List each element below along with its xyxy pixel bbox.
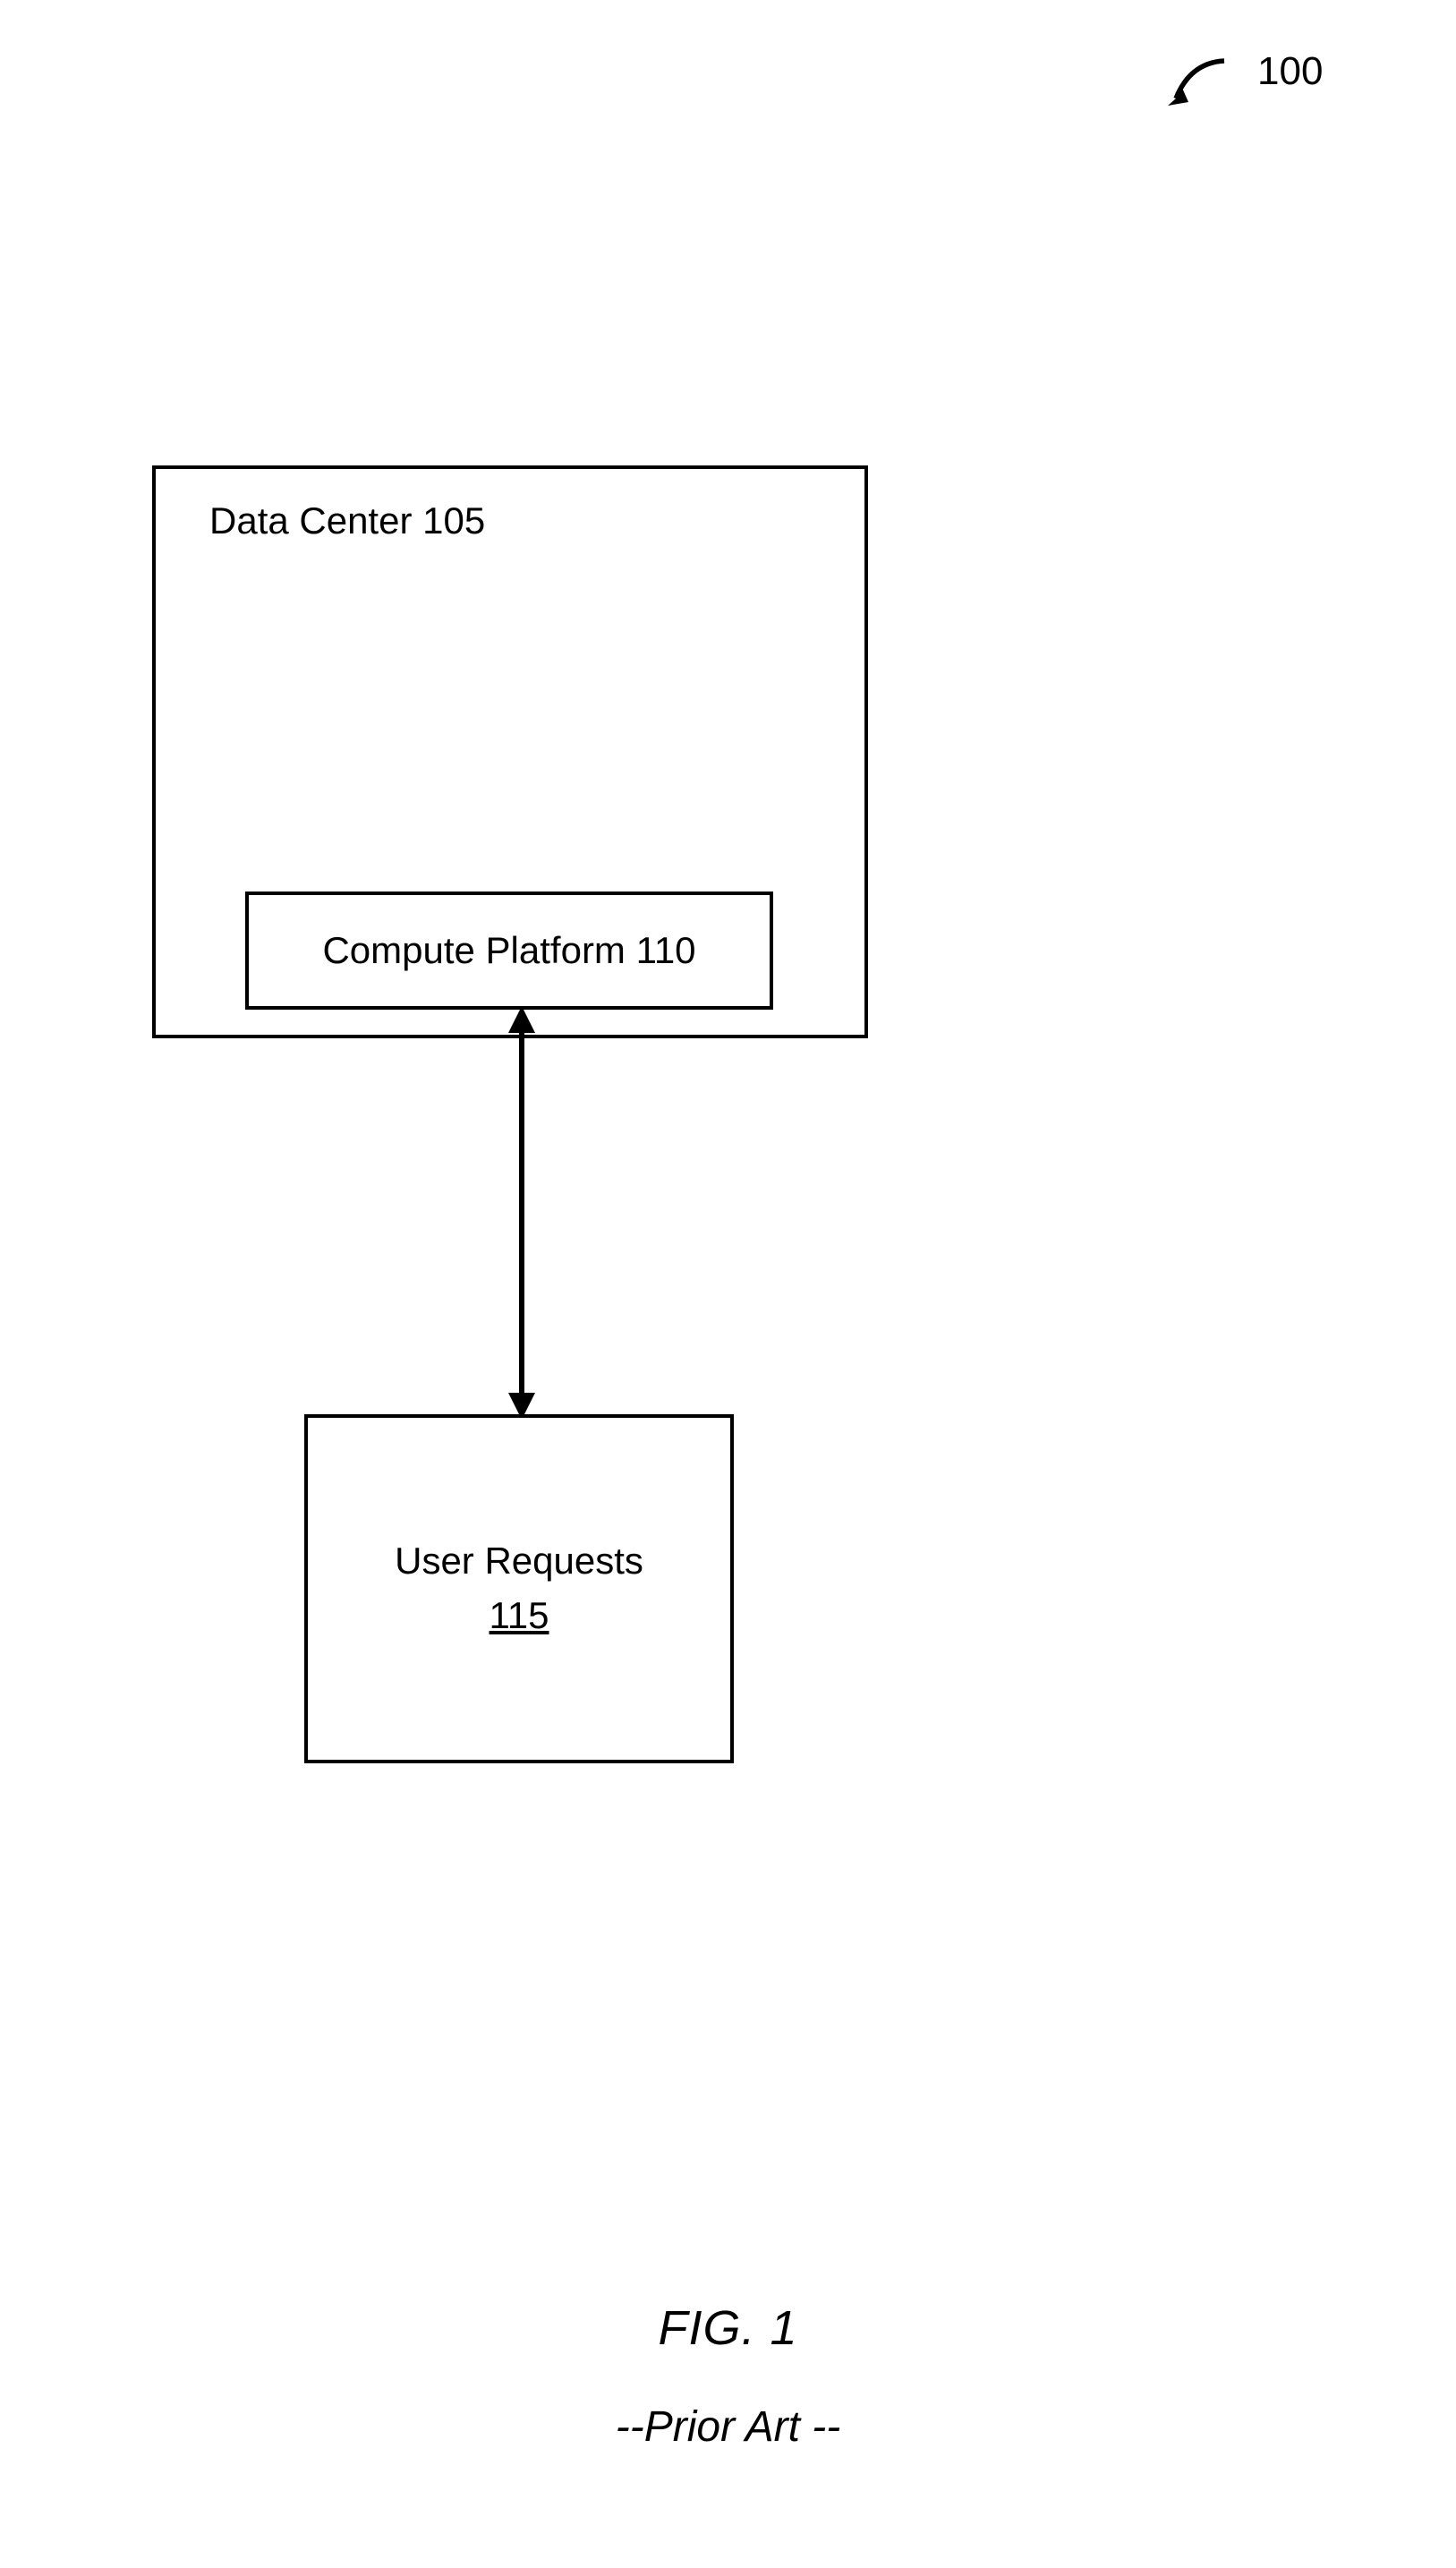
user-requests-label: User Requests bbox=[395, 1534, 643, 1589]
reference-arrow-icon bbox=[1163, 54, 1235, 125]
data-center-box: Data Center 105 Compute Platform 110 bbox=[152, 465, 868, 1038]
compute-platform-label: Compute Platform 110 bbox=[322, 929, 695, 972]
data-center-label: Data Center 105 bbox=[209, 499, 485, 542]
double-arrow-icon bbox=[508, 1006, 535, 1420]
reference-number: 100 bbox=[1257, 49, 1323, 94]
diagram-canvas: Data Center 105 Compute Platform 110 Use… bbox=[152, 465, 868, 1710]
user-requests-box: User Requests 115 bbox=[304, 1414, 734, 1763]
figure-label: FIG. 1 bbox=[0, 2300, 1456, 2356]
user-requests-number: 115 bbox=[490, 1589, 549, 1643]
prior-art-note: --Prior Art -- bbox=[0, 2402, 1456, 2452]
compute-platform-box: Compute Platform 110 bbox=[245, 892, 773, 1010]
figure-captions: FIG. 1 --Prior Art -- bbox=[0, 2300, 1456, 2452]
